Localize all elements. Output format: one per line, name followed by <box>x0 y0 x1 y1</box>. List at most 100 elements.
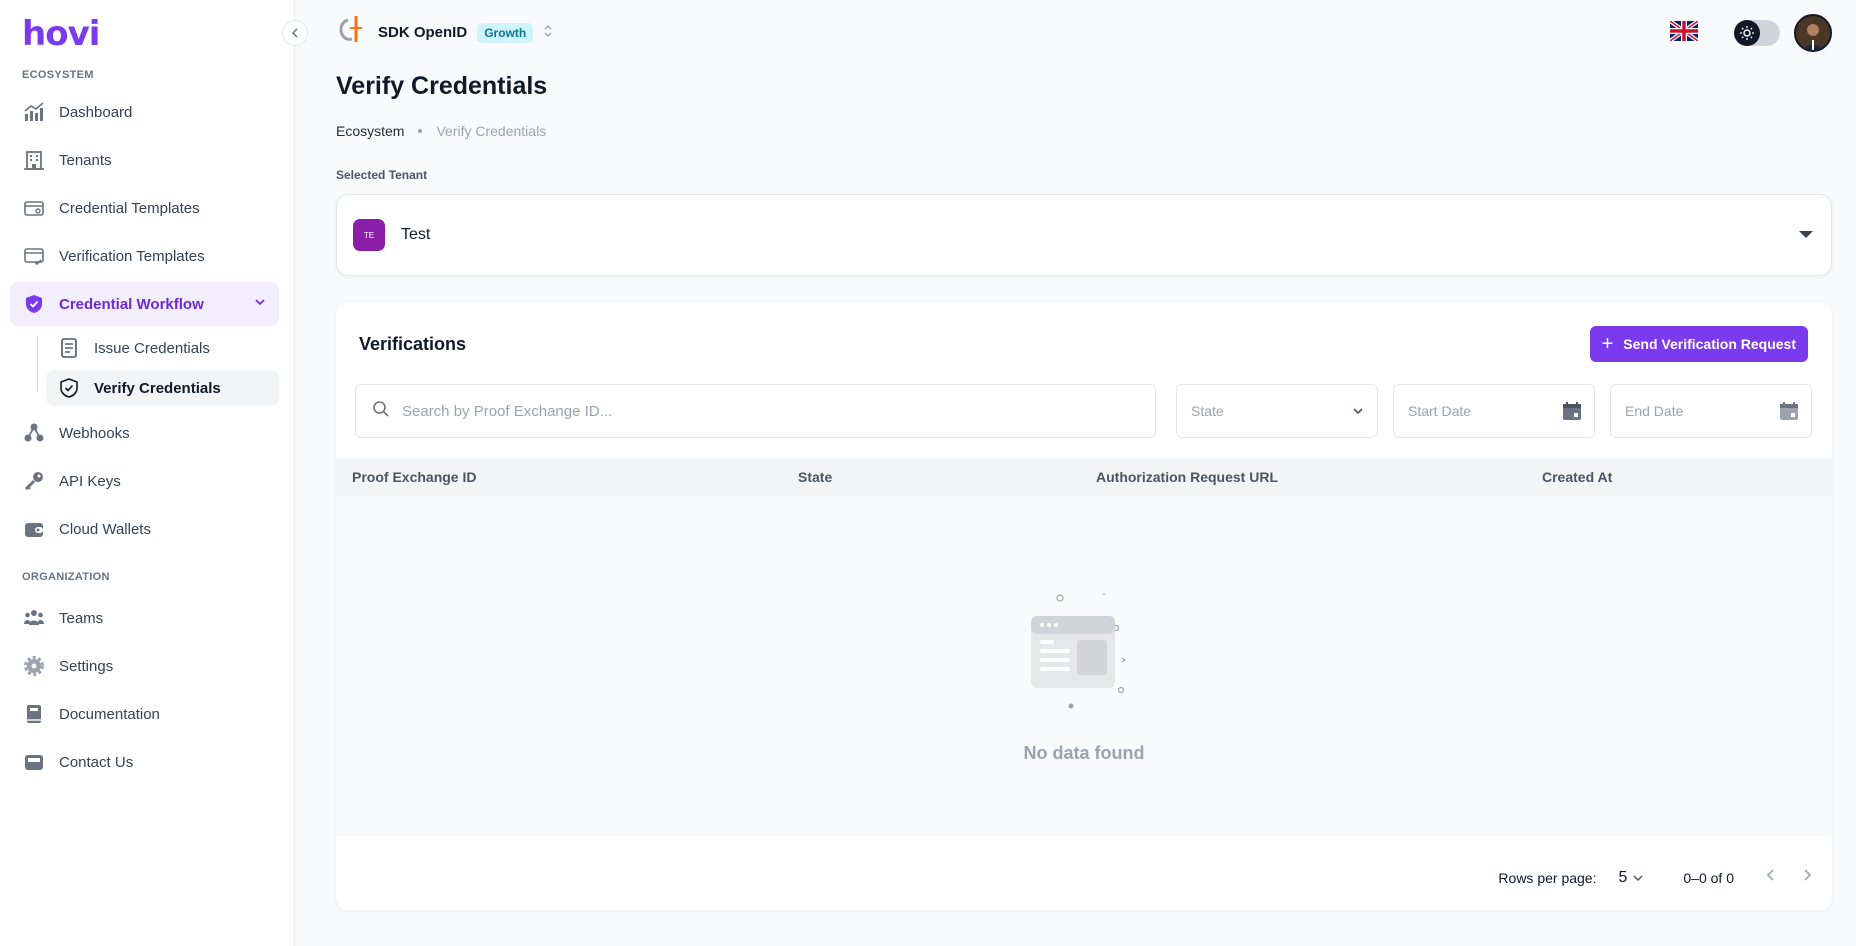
send-verification-request-button[interactable]: + Send Verification Request <box>1589 326 1808 362</box>
shield-check-icon <box>23 293 45 315</box>
webhook-icon <box>23 422 45 444</box>
sidebar-item-issue-credentials[interactable]: Issue Credentials <box>46 330 279 366</box>
inbox-icon <box>23 751 45 773</box>
book-icon <box>23 703 45 725</box>
plan-badge: Growth <box>477 22 534 43</box>
chevron-down-icon <box>1351 401 1365 424</box>
card-verify-icon <box>23 245 45 267</box>
sidebar-item-label: Verify Credentials <box>94 379 221 397</box>
sidebar-item-verify-credentials[interactable]: Verify Credentials <box>46 370 279 406</box>
sidebar-item-api-keys[interactable]: API Keys <box>10 459 279 503</box>
user-avatar[interactable] <box>1794 14 1832 52</box>
sidebar: hovi ECOSYSTEM Dashboard Tenants Credent… <box>0 0 295 946</box>
plus-icon: + <box>1601 333 1614 355</box>
theme-toggle[interactable] <box>1734 20 1780 46</box>
topbar: SDK OpenID Growth <box>296 0 1856 64</box>
tenant-name: Test <box>401 226 431 243</box>
sidebar-item-tenants[interactable]: Tenants <box>10 138 279 182</box>
rows-per-page-label: Rows per page: <box>1498 869 1597 886</box>
sidebar-item-label: Contact Us <box>59 753 134 771</box>
sidebar-item-label: Credential Templates <box>59 199 200 217</box>
wallet-icon <box>23 518 45 540</box>
shield-check-outline-icon <box>58 377 80 399</box>
previous-page-button[interactable] <box>1764 868 1778 887</box>
end-date-picker[interactable]: End Date <box>1610 384 1812 438</box>
users-icon <box>23 607 45 629</box>
tenant-select[interactable]: TE Test <box>336 194 1832 276</box>
breadcrumb-link-ecosystem[interactable]: Ecosystem <box>336 123 404 139</box>
chevron-right-icon <box>1804 869 1812 881</box>
column-header-state[interactable]: State <box>798 469 832 485</box>
sidebar-item-verification-templates[interactable]: Verification Templates <box>10 234 279 278</box>
state-filter-select[interactable]: State <box>1176 384 1378 438</box>
search-field[interactable] <box>355 384 1156 438</box>
verifications-title: Verifications <box>359 334 467 354</box>
sidebar-item-dashboard[interactable]: Dashboard <box>10 90 279 134</box>
gear-icon <box>23 655 45 677</box>
app-logo[interactable]: hovi <box>22 14 100 54</box>
sidebar-item-credential-workflow[interactable]: Credential Workflow <box>10 282 279 326</box>
sidebar-item-label: Dashboard <box>59 103 133 121</box>
start-date-picker[interactable]: Start Date <box>1393 384 1595 438</box>
chart-line-icon <box>23 101 45 123</box>
building-icon <box>23 149 45 171</box>
table-header: Proof Exchange ID State Authorization Re… <box>336 458 1832 496</box>
sidebar-item-label: Credential Workflow <box>59 295 204 313</box>
section-label-organization: ORGANIZATION <box>22 571 110 583</box>
sun-icon <box>1734 20 1760 46</box>
table-body: No data found <box>336 496 1832 836</box>
rows-per-page-select[interactable]: 5 <box>1618 869 1645 887</box>
breadcrumb-current: Verify Credentials <box>436 123 547 139</box>
start-date-label: Start Date <box>1408 403 1472 419</box>
tenant-avatar: TE <box>353 219 385 251</box>
topbar-actions <box>1668 14 1832 52</box>
sidebar-item-cloud-wallets[interactable]: Cloud Wallets <box>10 507 279 551</box>
breadcrumb-separator <box>418 129 423 133</box>
send-button-label: Send Verification Request <box>1623 336 1796 352</box>
next-page-button[interactable] <box>1800 868 1814 887</box>
sidebar-item-label: Tenants <box>59 151 112 169</box>
verifications-card: Verifications + Send Verification Reques… <box>336 302 1832 910</box>
sidebar-item-label: Cloud Wallets <box>59 520 151 538</box>
calendar-icon[interactable] <box>1562 401 1582 424</box>
state-filter-label: State <box>1191 403 1224 419</box>
org-switcher[interactable]: SDK OpenID Growth <box>336 14 553 51</box>
sidebar-item-documentation[interactable]: Documentation <box>10 692 279 736</box>
document-icon <box>58 337 80 359</box>
sidebar-item-label: Teams <box>59 609 104 627</box>
sidebar-item-label: Issue Credentials <box>94 339 210 357</box>
sidebar-item-label: Webhooks <box>59 424 130 442</box>
search-icon <box>372 400 390 423</box>
search-input[interactable] <box>402 402 1102 420</box>
pagination: Rows per page: 5 0–0 of 0 <box>1498 868 1814 887</box>
end-date-label: End Date <box>1625 403 1684 419</box>
chevron-updown-icon <box>543 24 553 41</box>
sidebar-item-contact-us[interactable]: Contact Us <box>10 740 279 784</box>
column-header-authorization-request-url[interactable]: Authorization Request URL <box>1096 469 1278 485</box>
chevron-down-icon <box>1633 875 1643 881</box>
language-flag-uk-icon[interactable] <box>1668 18 1700 46</box>
sidebar-item-label: Documentation <box>59 705 160 723</box>
column-header-proof-exchange-id[interactable]: Proof Exchange ID <box>352 469 476 485</box>
calendar-icon[interactable] <box>1779 401 1799 424</box>
selected-tenant-label: Selected Tenant <box>336 168 428 182</box>
pagination-range: 0–0 of 0 <box>1683 869 1734 886</box>
sidebar-item-label: API Keys <box>59 472 121 490</box>
chevron-left-icon <box>1766 869 1774 881</box>
chevron-left-icon <box>291 28 298 38</box>
collapse-sidebar-button[interactable] <box>282 20 308 46</box>
chevron-down-icon <box>253 295 267 313</box>
empty-state-text: No data found <box>1023 743 1145 763</box>
tree-connector <box>37 336 38 391</box>
column-header-created-at[interactable]: Created At <box>1542 469 1612 485</box>
empty-state-illustration <box>1018 588 1158 718</box>
rows-per-page-value: 5 <box>1618 868 1628 886</box>
org-name: SDK OpenID <box>378 24 468 41</box>
sidebar-item-settings[interactable]: Settings <box>10 644 279 688</box>
sidebar-item-teams[interactable]: Teams <box>10 596 279 640</box>
sidebar-item-credential-templates[interactable]: Credential Templates <box>10 186 279 230</box>
breadcrumb: Ecosystem Verify Credentials <box>336 123 546 139</box>
page-title: Verify Credentials <box>336 72 548 100</box>
sidebar-item-webhooks[interactable]: Webhooks <box>10 411 279 455</box>
org-logo-icon <box>336 14 368 51</box>
